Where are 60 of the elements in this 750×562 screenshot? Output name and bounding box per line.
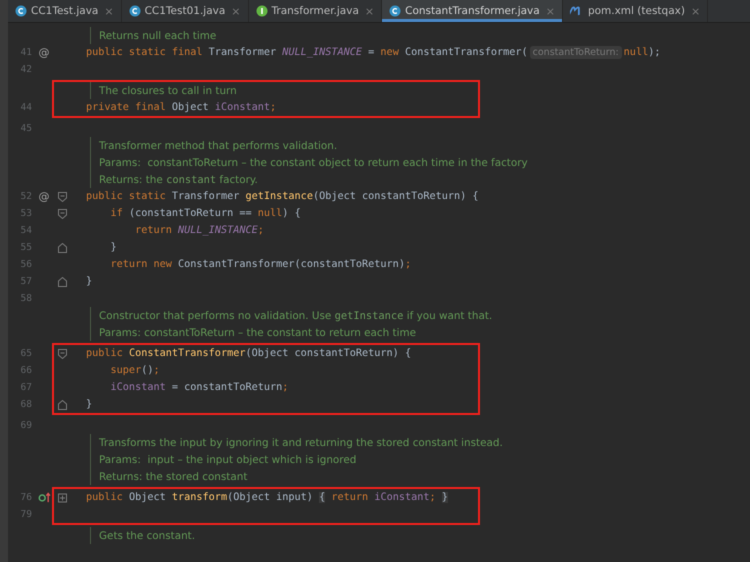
class-file-icon bbox=[15, 5, 27, 17]
doc-comment-line: Returns: the stored constant bbox=[99, 470, 248, 482]
class-file-icon bbox=[128, 5, 141, 17]
line-number: 55 bbox=[20, 242, 32, 253]
line-number: 56 bbox=[20, 259, 32, 270]
line-number: 66 bbox=[20, 365, 32, 376]
file-tab[interactable]: ConstantTransformer.java × bbox=[382, 0, 563, 22]
line-number: 45 bbox=[20, 123, 32, 134]
line-number: 42 bbox=[20, 64, 32, 75]
fold-icon[interactable] bbox=[58, 208, 66, 218]
file-tab[interactable]: CC1Test01.java × bbox=[122, 0, 249, 22]
code-line: } bbox=[86, 276, 92, 287]
line-number: 79 bbox=[20, 509, 32, 520]
doc-comment-line: Transformer method that performs validation. bbox=[99, 140, 338, 152]
code-line: return NULL_INSTANCE; bbox=[134, 225, 264, 236]
line-number: 68 bbox=[20, 399, 32, 410]
fold-end-icon[interactable] bbox=[58, 400, 66, 410]
line-number: 69 bbox=[20, 420, 32, 431]
doc-comment-line: Params: input – the input object which is ignored bbox=[99, 454, 356, 466]
line-number: 57 bbox=[20, 276, 32, 287]
doc-comment-line: Gets the constant. bbox=[99, 530, 196, 542]
fold-icon[interactable] bbox=[58, 192, 66, 202]
line-number: 41 bbox=[20, 47, 32, 58]
fold-icon[interactable] bbox=[58, 348, 66, 358]
line-number: 58 bbox=[20, 293, 32, 304]
line-number: 65 bbox=[20, 348, 32, 359]
doc-comment-line: The closures to call in turn bbox=[99, 84, 237, 96]
line-number: 44 bbox=[20, 102, 32, 113]
class-file-icon bbox=[389, 5, 402, 17]
doc-comment-line: Params: constantToReturn – the constant to return each time bbox=[99, 326, 416, 338]
fold-end-icon[interactable] bbox=[58, 276, 66, 286]
code-line: if (constantToReturn == null) { bbox=[110, 208, 301, 219]
doc-comment-line: Returns: the constant factory. bbox=[99, 174, 258, 186]
code-line: } bbox=[110, 242, 117, 253]
code-line: } bbox=[86, 399, 92, 410]
line-number: 76 bbox=[20, 492, 32, 503]
doc-comment-line: Transforms the input by ignoring it and returning the stored constant instead. bbox=[99, 436, 503, 448]
file-tab[interactable]: pom.xml (testqax) × bbox=[562, 0, 708, 22]
line-number: 54 bbox=[20, 225, 32, 236]
code-line: public ConstantTransformer(Object constantToReturn) { bbox=[86, 348, 412, 359]
expand-icon[interactable] bbox=[58, 492, 66, 502]
annotation-marker: @ bbox=[38, 190, 50, 203]
code-line: public static final Transformer NULL_INSTANCE = new ConstantTransformer( constantToReturn: null); bbox=[86, 47, 660, 58]
code-line: iConstant = constantToReturn; bbox=[110, 382, 288, 393]
code-line: return new ConstantTransformer(constantToReturn); bbox=[110, 259, 412, 270]
code-line: public static Transformer getInstance(Object constantToReturn) { bbox=[86, 191, 479, 202]
doc-comment-line: Params: constantToReturn – the constant object to return each time in the factory bbox=[99, 156, 528, 168]
code-line: private final Object iConstant; bbox=[86, 102, 276, 113]
code-line: public Object transform(Object input) { return iConstant; } bbox=[86, 492, 448, 503]
fold-end-icon[interactable] bbox=[58, 242, 66, 252]
line-number: 52 bbox=[20, 191, 32, 202]
annotation-marker: @ bbox=[38, 46, 50, 59]
interface-file-icon bbox=[256, 5, 268, 17]
override-marker-icon[interactable] bbox=[38, 492, 50, 503]
doc-comment-line: Returns null each time bbox=[99, 30, 216, 42]
doc-comment-line: Constructor that performs no validation. Use getInstance if you want that. bbox=[99, 310, 492, 322]
line-number: 67 bbox=[20, 382, 32, 393]
code-line: super(); bbox=[110, 365, 160, 376]
file-tab[interactable]: CC1Test.java × bbox=[8, 0, 122, 22]
line-number: 53 bbox=[20, 208, 32, 219]
